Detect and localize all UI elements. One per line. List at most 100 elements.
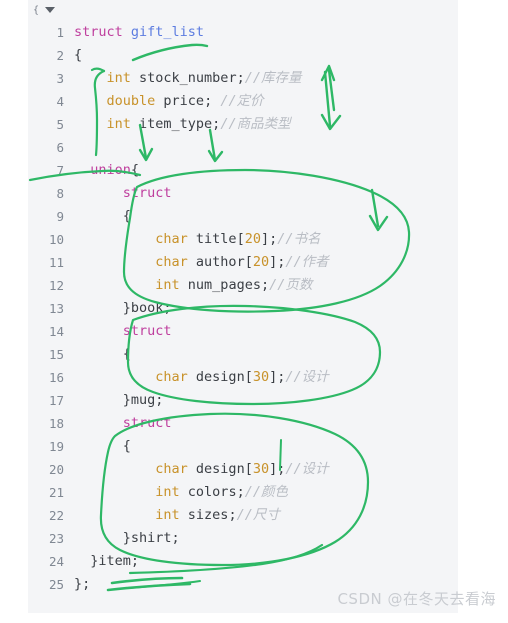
code-token: ]; <box>269 369 286 385</box>
code-token: struct <box>122 415 172 431</box>
code-token: sizes; <box>179 507 237 523</box>
code-line[interactable]: 2{ <box>28 44 458 67</box>
code-line-text: char title[20];//书名 <box>74 228 320 251</box>
code-line[interactable]: 5 int item_type;//商品类型 <box>28 113 458 136</box>
code-token: num_pages; <box>179 277 270 293</box>
code-token: ]; <box>260 231 278 247</box>
code-line-text: { <box>74 343 131 366</box>
code-token: title[ <box>187 231 245 247</box>
line-number: 22 <box>48 508 64 523</box>
code-token: //颜色 <box>244 484 288 500</box>
code-token: int <box>155 277 180 293</box>
code-token: //库存量 <box>244 70 302 86</box>
code-line[interactable]: 12 int num_pages;//页数 <box>28 274 458 297</box>
line-number: 21 <box>48 485 64 500</box>
code-token: }book; <box>74 300 172 316</box>
code-token: int <box>155 507 180 523</box>
code-line[interactable]: 6 <box>28 136 458 159</box>
code-token: { <box>130 162 140 178</box>
code-line[interactable]: 7 union{ <box>28 159 458 182</box>
code-token: colors; <box>179 484 245 500</box>
code-line-text: double price; //定价 <box>74 90 264 113</box>
code-token: char <box>155 369 188 385</box>
code-editor-panel: { 1 struct gift_list 2{3 int stock_number;… <box>28 0 458 613</box>
code-token: char <box>155 231 188 247</box>
code-line[interactable]: 16 char design[30];//设计 <box>28 366 458 389</box>
code-token: struct <box>122 323 172 339</box>
code-token: //商品类型 <box>220 116 291 132</box>
code-line[interactable]: 23 }shirt; <box>28 527 458 550</box>
code-token: int <box>106 70 131 86</box>
line-number: 6 <box>56 140 64 155</box>
code-line-text: { <box>74 205 131 228</box>
code-line[interactable]: 15 { <box>28 343 458 366</box>
code-line[interactable]: 13 }book; <box>28 297 458 320</box>
code-token: 20 <box>252 254 270 270</box>
code-line-text: union{ <box>74 159 139 182</box>
code-token: //页数 <box>269 277 313 293</box>
code-line-text: int colors;//颜色 <box>74 481 288 504</box>
code-line[interactable]: 9 { <box>28 205 458 228</box>
line-number: 14 <box>48 324 64 339</box>
chevron-down-icon[interactable] <box>45 7 55 13</box>
code-line-text: char design[30];//设计 <box>74 458 328 481</box>
line-number: 10 <box>48 232 64 247</box>
line-number: 25 <box>48 577 64 592</box>
code-line-text: int sizes;//尺寸 <box>74 504 280 527</box>
code-line-text: char design[30];//设计 <box>74 366 328 389</box>
code-line[interactable]: 18 struct <box>28 412 458 435</box>
code-line[interactable]: 8 struct <box>28 182 458 205</box>
code-line[interactable]: 24 }item; <box>28 550 458 573</box>
code-token: { <box>74 208 131 224</box>
code-token: design[ <box>187 461 253 477</box>
line-number: 8 <box>56 186 64 201</box>
line-number: 12 <box>48 278 64 293</box>
line-number: 9 <box>56 209 64 224</box>
code-line-text: }; <box>74 573 90 596</box>
code-line-text: int item_type;//商品类型 <box>74 113 291 136</box>
code-line[interactable]: 10 char title[20];//书名 <box>28 228 458 251</box>
code-token: //作者 <box>285 254 329 270</box>
code-token: struct <box>74 24 131 40</box>
code-line[interactable]: 17 }mug; <box>28 389 458 412</box>
code-line[interactable]: 3 int stock_number;//库存量 <box>28 67 458 90</box>
code-token: ]; <box>269 254 286 270</box>
code-line[interactable]: 11 char author[20];//作者 <box>28 251 458 274</box>
code-lines-container[interactable]: 1 struct gift_list 2{3 int stock_number;//… <box>28 21 458 596</box>
code-line[interactable]: 19 { <box>28 435 458 458</box>
code-token: //定价 <box>220 93 264 109</box>
code-line[interactable]: 4 double price; //定价 <box>28 90 458 113</box>
code-line[interactable]: 20 char design[30];//设计 <box>28 458 458 481</box>
code-token: item_type; <box>130 116 221 132</box>
code-token: author[ <box>187 254 253 270</box>
code-line[interactable]: 1 struct gift_list <box>28 21 458 44</box>
line-number: 2 <box>56 48 64 63</box>
code-token: gift_list <box>130 24 205 40</box>
line-number: 18 <box>48 416 64 431</box>
code-line[interactable]: 21 int colors;//颜色 <box>28 481 458 504</box>
code-token: design[ <box>187 369 253 385</box>
code-line-text: struct <box>74 320 172 343</box>
code-token: double <box>106 93 156 109</box>
code-token: 30 <box>252 461 270 477</box>
code-token: struct <box>122 185 172 201</box>
code-line-text: }mug; <box>74 389 164 412</box>
code-token: { <box>74 346 131 362</box>
line-number: 23 <box>48 531 64 546</box>
line-number: 15 <box>48 347 64 362</box>
code-line[interactable]: 14 struct <box>28 320 458 343</box>
code-line-text: struct gift_list <box>74 21 204 44</box>
code-line[interactable]: 22 int sizes;//尺寸 <box>28 504 458 527</box>
code-token: stock_number; <box>130 70 245 86</box>
code-line-text: { <box>74 435 131 458</box>
